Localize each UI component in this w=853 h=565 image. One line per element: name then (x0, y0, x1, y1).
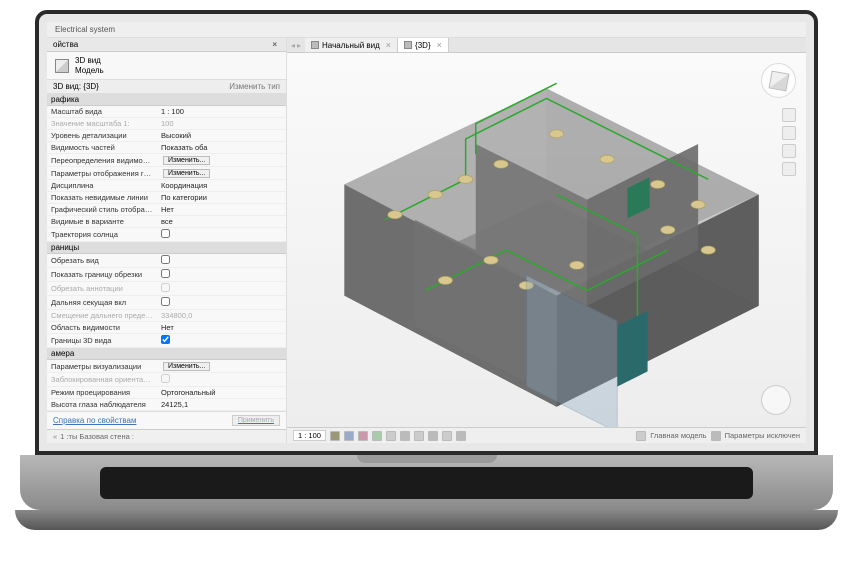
bottom-bar-text: 1 :ты Базовая стена : (60, 432, 134, 441)
nav-wheel-button[interactable] (782, 108, 796, 122)
sun-checkbox[interactable] (161, 229, 170, 238)
3d-view-icon (55, 59, 69, 73)
view-subtype-label: Модель (75, 66, 104, 76)
properties-panel-title: ойства (53, 40, 78, 49)
prop-label-eye: Высота глаза наблюдателя (47, 399, 157, 410)
temp-hide-icon[interactable] (442, 431, 452, 441)
tab-prev-icon[interactable]: ◂ (291, 41, 295, 50)
prop-label-visgraph: Переопределения видимости/графики (47, 155, 157, 166)
edit-type-button[interactable]: Изменить тип (229, 82, 280, 91)
view-tab-1[interactable]: Начальный вид × (305, 38, 398, 52)
farclip-checkbox[interactable] (161, 297, 170, 306)
tab-close-icon[interactable]: × (386, 40, 391, 50)
edit-visparams-button[interactable]: Изменить... (163, 362, 210, 371)
compass-icon[interactable] (761, 385, 791, 415)
prop-value-scale[interactable]: 1 : 100 (157, 106, 286, 117)
view-cube-icon (768, 70, 789, 91)
prop-value-style[interactable]: Нет (157, 204, 286, 215)
prop-label-farclip: Дальняя секущая вкл (47, 297, 157, 308)
section-graphics[interactable]: рафика (47, 94, 286, 106)
view-tab-2[interactable]: {3D} × (398, 38, 449, 52)
view-tab-1-label: Начальный вид (322, 41, 380, 50)
visual-style-icon[interactable] (344, 431, 354, 441)
prop-value-farclip-off: 334800,0 (157, 310, 286, 321)
section-camera[interactable]: амера (47, 348, 286, 360)
prop-label-sun: Траектория солнца (47, 229, 157, 240)
prop-label-scale: Масштаб вида (47, 106, 157, 117)
view-tab-1-icon (311, 41, 319, 49)
browser-back-icon[interactable]: « (53, 432, 57, 441)
prop-label-projection: Режим проецирования (47, 387, 157, 398)
view-tab-2-icon (404, 41, 412, 49)
worksets-icon[interactable] (636, 431, 646, 441)
prop-label-cropanno: Обрезать аннотации (47, 283, 157, 294)
building-model (287, 53, 806, 427)
3d-viewport[interactable] (287, 53, 806, 427)
close-icon[interactable]: × (269, 40, 280, 49)
prop-label-bounds3d: Границы 3D вида (47, 335, 157, 346)
prop-label-crop: Обрезать вид (47, 255, 157, 266)
prop-label-visibility: Видимость частей (47, 142, 157, 153)
prop-value-scope[interactable]: Нет (157, 322, 286, 333)
tab-next-icon[interactable]: ▸ (297, 41, 301, 50)
detail-level-icon[interactable] (330, 431, 340, 441)
crop-region-icon[interactable] (414, 431, 424, 441)
prop-value-projection[interactable]: Ортогональный (157, 387, 286, 398)
reveal-icon[interactable] (456, 431, 466, 441)
nav-orbit-button[interactable] (782, 162, 796, 176)
prop-label-lockorient: Заблокированная ориентация (47, 374, 157, 385)
lock-view-icon[interactable] (428, 431, 438, 441)
prop-label-scaleval: Значение масштаба 1: (47, 118, 157, 129)
prop-value-variant[interactable]: все (157, 216, 286, 227)
crop-checkbox[interactable] (161, 255, 170, 264)
prop-label-style: Графический стиль отображения разл... (47, 204, 157, 215)
view-type-label: 3D вид: {3D} (53, 82, 229, 91)
prop-label-detail: Уровень детализации (47, 130, 157, 141)
prop-label-scope: Область видимости (47, 322, 157, 333)
view-cube[interactable] (761, 63, 796, 98)
statusbar-params-label: Параметры исключен (725, 431, 800, 440)
design-options-icon[interactable] (711, 431, 721, 441)
view-scale[interactable]: 1 : 100 (293, 430, 326, 441)
prop-value-eye[interactable]: 24125,1 (157, 399, 286, 410)
apply-button[interactable]: Применить (232, 415, 280, 426)
properties-panel: ойства × 3D вид Модель 3D вид: {3D} Изме… (47, 38, 287, 443)
shadows-icon[interactable] (372, 431, 382, 441)
prop-value-scaleval: 100 (157, 118, 286, 129)
prop-label-visparams: Параметры визуализации (47, 361, 157, 372)
section-bounds[interactable]: раницы (47, 242, 286, 254)
cropanno-checkbox (161, 283, 170, 292)
view-tab-2-label: {3D} (415, 41, 431, 50)
edit-visgraph-button[interactable]: Изменить... (163, 156, 210, 165)
render-icon[interactable] (386, 431, 396, 441)
prop-label-hidden: Показать невидимые линии (47, 192, 157, 203)
lockorient-checkbox (161, 374, 170, 383)
prop-value-discipline[interactable]: Координация (157, 180, 286, 191)
nav-zoom-button[interactable] (782, 144, 796, 158)
crop-view-icon[interactable] (400, 431, 410, 441)
prop-label-display: Параметры отображения графики (47, 168, 157, 179)
prop-label-discipline: Дисциплина (47, 180, 157, 191)
nav-pan-button[interactable] (782, 126, 796, 140)
prop-label-farclip-off: Смещение дальнего предела секущей... (47, 310, 157, 321)
app-title-bar: Electrical system (47, 22, 806, 38)
prop-value-detail[interactable]: Высокий (157, 130, 286, 141)
prop-label-variant: Видимые в варианте (47, 216, 157, 227)
bounds3d-checkbox[interactable] (161, 335, 170, 344)
cropborder-checkbox[interactable] (161, 269, 170, 278)
sun-path-icon[interactable] (358, 431, 368, 441)
statusbar-model-label: Главная модель (650, 431, 706, 440)
prop-label-cropborder: Показать границу обрезки (47, 269, 157, 280)
prop-value-hidden[interactable]: По категории (157, 192, 286, 203)
view-name-label: 3D вид (75, 56, 104, 66)
tab-close-icon[interactable]: × (437, 40, 442, 50)
edit-display-button[interactable]: Изменить... (163, 169, 210, 178)
properties-help-link[interactable]: Справка по свойствам (53, 416, 136, 425)
prop-value-visibility[interactable]: Показать оба (157, 142, 286, 153)
